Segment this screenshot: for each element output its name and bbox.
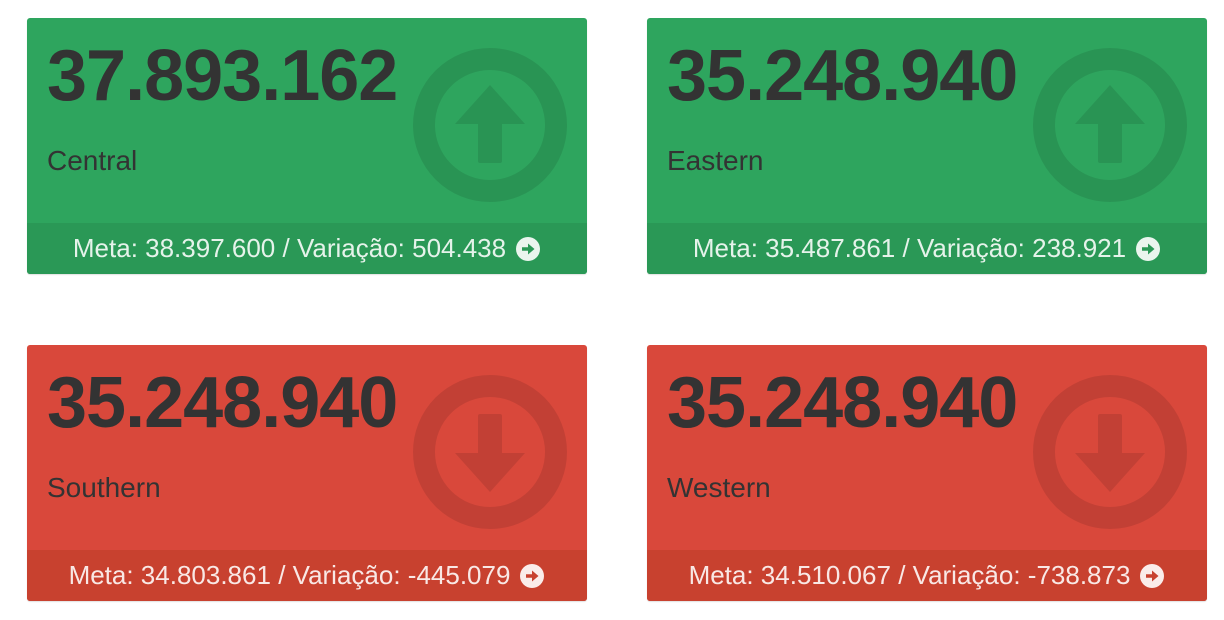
meta-text: Meta: 38.397.600 (72, 233, 276, 263)
region-label: Southern (47, 472, 161, 503)
variation-text: Variação: -445.079 (292, 560, 511, 590)
meta-text: Meta: 34.803.861 (68, 560, 271, 590)
meta-text: Meta: 35.487.861 (692, 233, 896, 263)
arrow-up-circle-icon (1033, 48, 1187, 202)
arrow-circle-right-icon (1140, 563, 1165, 588)
arrow-circle-right-icon (1136, 236, 1161, 261)
card-footer-link[interactable]: Meta: 34.510.067 / Variação: -738.873 (647, 550, 1207, 601)
arrow-up-circle-icon (413, 48, 567, 202)
region-label: Eastern (667, 145, 764, 176)
card-footer-link[interactable]: Meta: 38.397.600 / Variação: 504.438 (27, 223, 587, 274)
stat-card-body: 35.248.940 Western (647, 345, 1207, 550)
stat-value: 37.893.162 (47, 36, 398, 116)
stat-card-western: 35.248.940 Western Meta: 34.510.067 / Va… (647, 345, 1207, 601)
stat-card-southern: 35.248.940 Southern Meta: 34.803.861 / V… (27, 345, 587, 601)
region-label: Western (667, 472, 771, 503)
arrow-circle-right-icon (520, 563, 545, 588)
card-footer-link[interactable]: Meta: 34.803.861 / Variação: -445.079 (27, 550, 587, 601)
arrow-down-circle-icon (1033, 375, 1187, 529)
stat-card-body: 35.248.940 Eastern (647, 18, 1207, 223)
stat-card-body: 35.248.940 Southern (27, 345, 587, 550)
variation-text: Variação: 238.921 (916, 233, 1127, 263)
stat-card-body: 37.893.162 Central (27, 18, 587, 223)
variation-text: Variação: 504.438 (296, 233, 507, 263)
card-footer-link[interactable]: Meta: 35.487.861 / Variação: 238.921 (647, 223, 1207, 274)
region-label: Central (47, 145, 138, 176)
separator: / (282, 233, 290, 263)
arrow-down-circle-icon (413, 375, 567, 529)
stat-value: 35.248.940 (667, 363, 1018, 443)
separator: / (902, 233, 910, 263)
separator: / (278, 560, 286, 590)
stat-value: 35.248.940 (47, 363, 398, 443)
dashboard-grid: 37.893.162 Central Meta: 38.397.600 / Va… (0, 0, 1224, 620)
stat-card-eastern: 35.248.940 Eastern Meta: 35.487.861 / Va… (647, 18, 1207, 274)
separator: / (898, 560, 906, 590)
meta-text: Meta: 34.510.067 (688, 560, 891, 590)
stat-value: 35.248.940 (667, 36, 1018, 116)
stat-card-central: 37.893.162 Central Meta: 38.397.600 / Va… (27, 18, 587, 274)
arrow-circle-right-icon (516, 236, 541, 261)
variation-text: Variação: -738.873 (912, 560, 1131, 590)
